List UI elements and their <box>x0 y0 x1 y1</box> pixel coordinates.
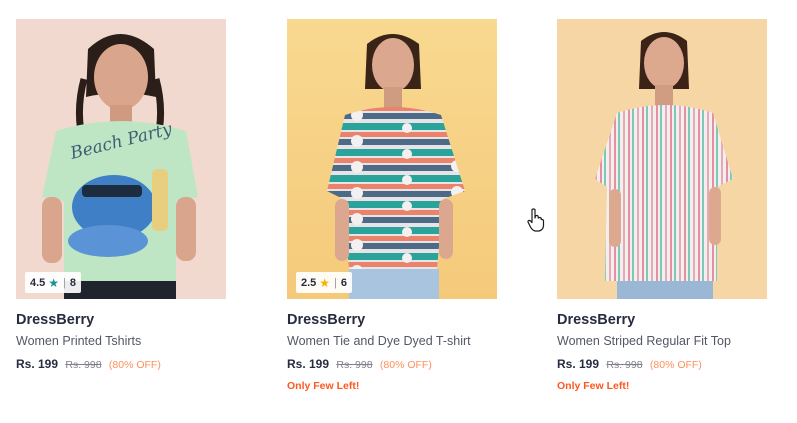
original-price: Rs. 998 <box>65 359 102 371</box>
rating-value: 4.5 <box>30 276 46 289</box>
rating-count: 6 <box>340 276 348 289</box>
product-image[interactable]: 2.5 ★ | 6 <box>287 19 497 299</box>
rating-badge: 4.5 ★ | 8 <box>25 272 82 293</box>
product-price-row: Rs. 199 Rs. 998 (80% OFF) <box>16 357 226 373</box>
star-icon: ★ <box>319 275 331 290</box>
original-price: Rs. 998 <box>336 359 373 371</box>
star-icon: ★ <box>48 275 60 290</box>
rating-count: 8 <box>69 276 77 289</box>
product-card-2[interactable]: 2.5 ★ | 6 DressBerry Women Tie and Dye D… <box>287 19 497 392</box>
product-card-3[interactable]: DressBerry Women Striped Regular Fit Top… <box>557 19 767 392</box>
product-price-row: Rs. 199 Rs. 998 (80% OFF) <box>557 357 767 373</box>
product-brand: DressBerry <box>557 312 636 328</box>
rating-divider: | <box>334 276 337 289</box>
product-image[interactable] <box>557 19 767 299</box>
product-price-row: Rs. 199 Rs. 998 (80% OFF) <box>287 357 497 373</box>
product-brand: DressBerry <box>287 312 366 328</box>
original-price: Rs. 998 <box>606 359 643 371</box>
rating-divider: | <box>63 276 66 289</box>
product-brand: DressBerry <box>16 312 95 328</box>
product-name: Women Printed Tshirts <box>16 334 142 348</box>
discounted-price: Rs. 199 <box>287 357 330 371</box>
discount-percent: (80% OFF) <box>379 359 432 371</box>
hand-pointer-cursor-icon <box>527 208 545 237</box>
product-card-1[interactable]: Beach Party 4.5 ★ | 8 DressBerry Women P… <box>16 19 226 373</box>
stock-warning: Only Few Left! <box>557 380 630 392</box>
product-name: Women Tie and Dye Dyed T-shirt <box>287 334 471 348</box>
discount-percent: (80% OFF) <box>649 359 702 371</box>
rating-badge: 2.5 ★ | 6 <box>296 272 353 293</box>
product-image[interactable]: Beach Party 4.5 ★ | 8 <box>16 19 226 299</box>
product-name: Women Striped Regular Fit Top <box>557 334 731 348</box>
discounted-price: Rs. 199 <box>557 357 600 371</box>
stock-warning: Only Few Left! <box>287 380 360 392</box>
discounted-price: Rs. 199 <box>16 357 59 371</box>
rating-value: 2.5 <box>301 276 317 289</box>
discount-percent: (80% OFF) <box>108 359 161 371</box>
